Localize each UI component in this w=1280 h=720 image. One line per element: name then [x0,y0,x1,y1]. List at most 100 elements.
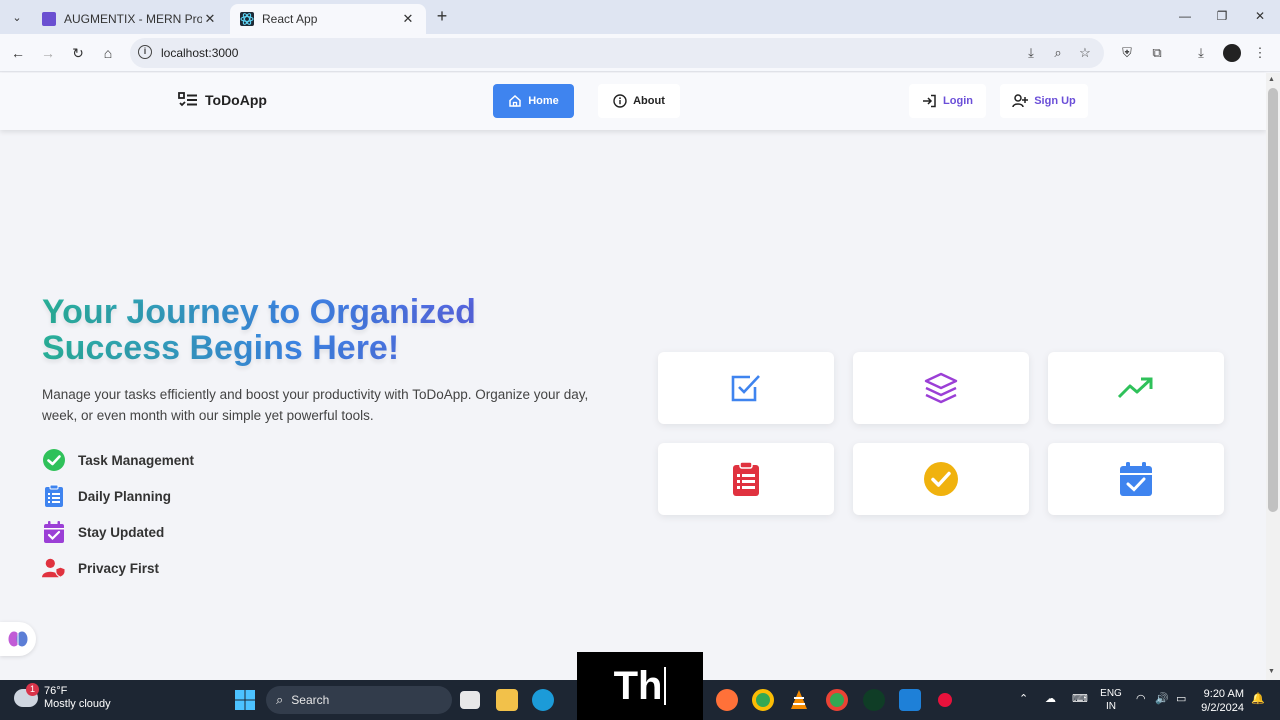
about-label: About [633,95,665,107]
feature-label: Daily Planning [78,488,172,504]
feature-card [1048,443,1224,515]
react-favicon-icon [240,12,254,26]
weather-temp: 76°F [44,685,68,697]
battery-icon[interactable]: ▭ [1176,692,1186,705]
info-icon [613,94,627,108]
brand-name: ToDoApp [205,92,267,108]
home-label: Home [528,95,559,107]
back-icon[interactable]: ← [8,43,28,63]
search-icon: ⌕ [276,692,284,707]
downloads-icon[interactable]: ⤓ [1192,44,1210,62]
video-caption-overlay: Th [577,652,703,720]
profile-avatar[interactable] [1223,44,1241,62]
browser-toolbar: ← → ↻ ⌂ i localhost:3000 ⤓ ⌕ ☆ ⛨ ⧉ ⤓ ⋮ [0,34,1280,72]
mongodb-icon[interactable] [863,689,885,711]
keyboard-icon[interactable]: ⌨ [1072,692,1088,705]
site-info-icon[interactable]: i [138,45,152,59]
zoom-icon[interactable]: ⌕ [1050,45,1066,61]
show-hidden-icons-icon[interactable]: ⌃ [1019,692,1028,705]
feature-item: Daily Planning [42,478,194,514]
cloud-icon: 1 [14,683,39,707]
tab-title: React App [262,12,318,26]
bookmark-star-icon[interactable]: ☆ [1077,45,1093,61]
chrome-icon[interactable] [752,689,774,711]
feature-card [1048,352,1224,424]
browser-tab-augmentix[interactable]: AUGMENTIX - MERN Project Su ✕ [32,4,228,34]
scrollbar-thumb[interactable] [1268,88,1278,512]
brand[interactable]: ToDoApp [178,92,267,108]
onedrive-icon[interactable]: ☁ [1045,692,1056,705]
vlc-icon[interactable] [788,689,810,711]
volume-icon[interactable]: 🔊 [1155,692,1169,705]
signup-button[interactable]: Sign Up [1000,84,1088,118]
file-explorer-icon[interactable] [496,689,518,711]
system-clock[interactable]: 9:20 AM 9/2/2024 [1198,687,1244,715]
home-icon[interactable]: ⌂ [98,43,118,63]
tab-search-chevron-icon[interactable]: ⌄ [6,7,28,27]
reload-icon[interactable]: ↻ [68,43,88,63]
scroll-up-icon[interactable]: ▲ [1268,76,1275,83]
login-label: Login [943,95,973,107]
language-code: ENG [1100,688,1122,699]
shield-extension-icon[interactable]: ⛨ [1118,44,1136,62]
edge-icon[interactable] [532,689,554,711]
search-placeholder: Search [291,693,330,707]
region-code: IN [1106,701,1116,712]
address-bar[interactable]: i localhost:3000 ⤓ ⌕ ☆ [130,38,1104,68]
calendar-check-icon [1120,462,1152,496]
restore-button[interactable]: ❐ [1207,6,1237,26]
checkbox-icon [731,375,760,402]
clipboard-list-icon [733,461,759,496]
feature-list: Task Management Daily Planning Stay Upda… [42,442,194,586]
record-icon[interactable] [938,693,952,707]
feature-item: Stay Updated [42,514,194,550]
forward-icon[interactable]: → [38,43,58,63]
feature-item: Privacy First [42,550,194,586]
hero-title: Your Journey to Organized Success Begins… [42,294,602,366]
calendar-check-icon [42,520,66,544]
home-icon [509,94,521,107]
windows-start-icon[interactable] [234,689,256,711]
tab-favicon-icon [42,12,56,26]
clock-date: 9/2/2024 [1201,702,1244,714]
task-view-icon[interactable] [460,691,480,709]
app-navbar: ToDoApp Home About Login Sign Up [0,73,1266,130]
close-window-button[interactable]: ✕ [1245,6,1275,26]
language-indicator[interactable]: ENG IN [1099,687,1123,713]
caption-text: Th [613,663,663,708]
tab-title: AUGMENTIX - MERN Project Su [64,12,202,26]
wifi-icon[interactable]: ◠ [1136,692,1146,705]
hero-description: Manage your tasks efficiently and boost … [42,387,589,423]
tab-close-icon[interactable]: ✕ [202,11,218,27]
firefox-icon[interactable] [716,689,738,711]
signup-label: Sign Up [1034,95,1076,107]
browser-tab-strip: ⌄ AUGMENTIX - MERN Project Su ✕ React Ap… [0,0,1280,34]
taskbar-search[interactable]: ⌕ Search [266,686,452,714]
brain-extension-icon[interactable] [0,622,36,656]
url-text[interactable]: localhost:3000 [161,46,238,60]
feature-card [853,443,1029,515]
feature-card [853,352,1029,424]
install-app-icon[interactable]: ⤓ [1023,45,1039,61]
home-button[interactable]: Home [493,84,574,118]
feature-item: Task Management [42,442,194,478]
vscode-icon[interactable] [899,689,921,711]
about-button[interactable]: About [598,84,680,118]
scroll-down-icon[interactable]: ▼ [1268,668,1275,675]
new-tab-button[interactable]: + [432,6,452,26]
tab-close-icon[interactable]: ✕ [400,11,416,27]
clock-time: 9:20 AM [1203,688,1244,700]
chrome-active-icon[interactable] [826,689,848,711]
minimize-button[interactable]: — [1170,6,1200,26]
login-icon [923,94,936,108]
browser-tab-react-app[interactable]: React App ✕ [230,4,426,34]
login-button[interactable]: Login [909,84,986,118]
text-cursor [664,667,667,705]
menu-dots-icon[interactable]: ⋮ [1251,44,1269,62]
user-shield-icon [42,556,66,580]
extensions-icon[interactable]: ⧉ [1148,44,1166,62]
feature-card [658,443,834,515]
feature-label: Stay Updated [78,524,165,540]
weather-widget[interactable]: 1 76°F Mostly cloudy [14,683,111,711]
notification-bell-icon[interactable]: 🔔 [1251,692,1265,705]
